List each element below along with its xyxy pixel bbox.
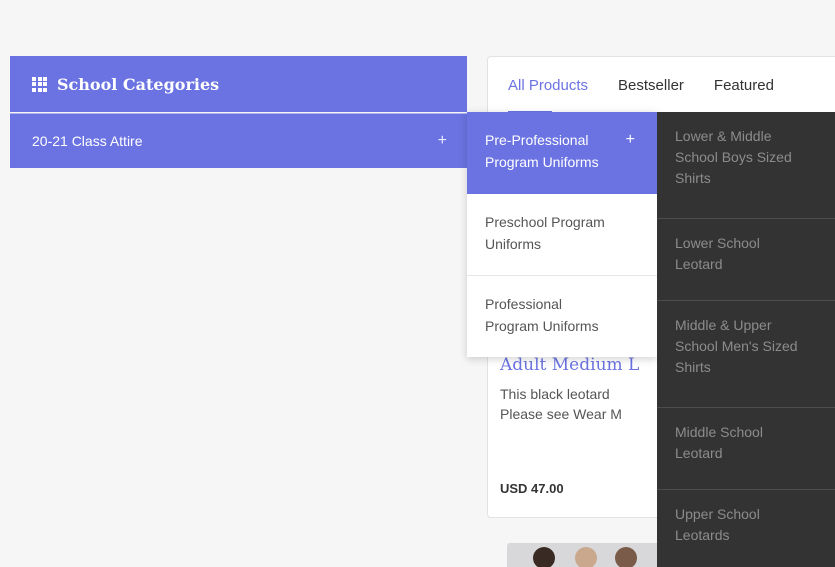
- tab-bestseller[interactable]: Bestseller: [618, 77, 684, 94]
- product-desc-line: Please see Wear M: [500, 406, 622, 422]
- menu-label: School Boys Sized: [675, 149, 792, 165]
- categories-title: School Categories: [57, 74, 220, 94]
- submenu-label: Professional: [485, 296, 563, 312]
- menu-label: Leotard: [675, 445, 723, 461]
- submenu-label: Preschool Program: [485, 214, 605, 230]
- product-description: This black leotard Please see Wear M: [500, 384, 670, 424]
- category-item-class-attire[interactable]: 20-21 Class Attire +: [10, 113, 467, 168]
- expand-icon[interactable]: +: [626, 129, 635, 151]
- product-tabs: All Products Bestseller Featured: [488, 57, 835, 114]
- menu-label: Middle & Upper: [675, 317, 772, 333]
- menu-label: School Men's Sized: [675, 338, 798, 354]
- category-label: 20-21 Class Attire: [32, 133, 143, 149]
- tab-featured[interactable]: Featured: [714, 77, 774, 94]
- dark-menu-item[interactable]: Lower & Middle School Boys Sized Shirts: [657, 112, 835, 219]
- menu-label: Leotards: [675, 527, 730, 543]
- submenu-item-preschool[interactable]: Preschool Program Uniforms: [467, 194, 657, 276]
- submenu-label: Program Uniforms: [485, 154, 599, 170]
- expand-icon[interactable]: +: [438, 132, 447, 150]
- menu-label: Middle School: [675, 424, 763, 440]
- dark-menu-item[interactable]: Middle School Leotard: [657, 408, 835, 490]
- product-image[interactable]: [507, 543, 667, 567]
- submenu-item-pre-professional[interactable]: Pre-Professional Program Uniforms +: [467, 112, 657, 194]
- menu-label: Lower & Middle: [675, 128, 772, 144]
- menu-label: Lower School: [675, 235, 760, 251]
- submenu: Pre-Professional Program Uniforms + Pres…: [467, 112, 657, 357]
- dark-menu-item[interactable]: Lower School Leotard: [657, 219, 835, 301]
- submenu-label: Uniforms: [485, 236, 542, 252]
- person-image: [575, 547, 597, 567]
- menu-label: Shirts: [675, 359, 711, 375]
- categories-header: School Categories: [10, 56, 467, 112]
- third-level-menu: Lower & Middle School Boys Sized Shirts …: [657, 112, 835, 567]
- menu-label: Shirts: [675, 170, 711, 186]
- product-desc-line: This black leotard: [500, 386, 610, 402]
- tab-all-products[interactable]: All Products: [508, 77, 588, 114]
- person-image: [533, 547, 555, 567]
- menu-label: Upper School: [675, 506, 760, 522]
- person-image: [615, 547, 637, 567]
- product-price: USD 47.00: [500, 481, 564, 496]
- product-title[interactable]: Adult Medium L: [500, 355, 639, 375]
- dark-menu-item[interactable]: Middle & Upper School Men's Sized Shirts: [657, 301, 835, 408]
- menu-label: Leotard: [675, 256, 723, 272]
- submenu-label: Program Uniforms: [485, 318, 599, 334]
- submenu-label: Pre-Professional: [485, 132, 589, 148]
- grid-icon: [32, 76, 47, 92]
- dark-menu-item[interactable]: Upper School Leotards: [657, 490, 835, 567]
- submenu-item-professional[interactable]: Professional Program Uniforms: [467, 276, 657, 357]
